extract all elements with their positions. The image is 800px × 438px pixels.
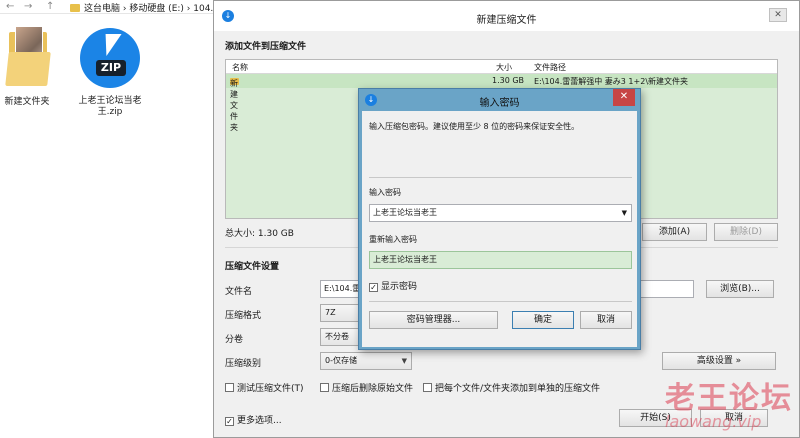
reenter-password-label: 重新输入密码 [369, 235, 417, 244]
checkbox-label: 显示密码 [381, 282, 418, 292]
divider [369, 177, 632, 178]
folder-icon [70, 4, 80, 12]
password-value: 上老王论坛当老王 [373, 208, 437, 217]
dialog-close-button[interactable]: ✕ [613, 89, 635, 106]
chevron-down-icon[interactable]: ▼ [622, 205, 627, 221]
file-size: 1.30 GB [492, 76, 525, 85]
more-options-checkbox[interactable]: ✓ 更多选项... [225, 413, 282, 426]
password-hint: 输入压缩包密码。建议使用至少 8 位的密码来保证安全性。 [369, 122, 580, 131]
format-label: 压缩格式 [225, 311, 262, 321]
reenter-password-input[interactable]: 上老王论坛当老王 [369, 251, 632, 269]
close-button[interactable]: ✕ [769, 8, 787, 22]
watermark-url: laowang.vip [665, 412, 762, 431]
separate-archives-checkbox[interactable]: 把每个文件/文件夹添加到单独的压缩文件 [423, 381, 600, 394]
zip-app-icon: ZIP [80, 28, 140, 88]
checkmark-icon: ✓ [225, 417, 234, 426]
add-files-section-title: 添加文件到压缩文件 [225, 42, 307, 52]
checkbox-icon [320, 383, 329, 392]
enter-password-label: 输入密码 [369, 188, 401, 197]
dialog-title-bar: ↓ 输入密码 ✕ [359, 89, 640, 111]
advanced-settings-button[interactable]: 高级设置 » [662, 352, 776, 370]
desktop-folder-item[interactable]: 新建文件夹 [2, 22, 52, 107]
checkbox-label: 把每个文件/文件夹添加到单独的压缩文件 [435, 384, 601, 394]
window-title: 新建压缩文件 [476, 15, 537, 26]
password-manager-button[interactable]: 密码管理器... [369, 311, 498, 329]
total-size: 总大小: 1.30 GB [225, 229, 294, 239]
desktop-zip-item[interactable]: ZIP 上老王论坛当老王.zip [74, 28, 146, 118]
checkbox-icon [423, 383, 432, 392]
list-header: 名称 大小 文件路径 [226, 60, 777, 74]
password-input[interactable]: 上老王论坛当老王 ▼ [369, 204, 632, 222]
checkbox-label: 压缩后删除原始文件 [332, 384, 414, 394]
zip-badge: ZIP [96, 60, 126, 76]
file-name: 新建文件夹 [230, 79, 238, 132]
dialog-cancel-button[interactable]: 取消 [580, 311, 632, 329]
folder-thumbnail-icon [5, 22, 51, 88]
column-name-header[interactable]: 名称 [232, 62, 248, 73]
desktop-item-label: 新建文件夹 [4, 97, 50, 107]
password-dialog: ↓ 输入密码 ✕ 输入压缩包密码。建议使用至少 8 位的密码来保证安全性。 输入… [358, 88, 641, 350]
chevron-down-icon: ▼ [401, 357, 407, 365]
desktop-item-label: 上老王论坛当老王.zip [78, 96, 142, 117]
checkbox-icon [225, 383, 234, 392]
up-arrow-icon[interactable]: ↑ [46, 1, 54, 12]
checkmark-icon: ✓ [369, 283, 378, 292]
checkbox-label: 更多选项... [237, 416, 282, 426]
watermark-logo: 老王论坛 [665, 381, 793, 416]
split-value: 不分卷 [325, 332, 349, 341]
list-item[interactable]: 新建文件夹 1.30 GB E:\104.雷蕾解强中 妻み3 1+2\新建文件夹 [226, 74, 777, 132]
split-select[interactable]: 不分卷 [320, 328, 360, 346]
split-label: 分卷 [225, 335, 244, 345]
forward-arrow-icon[interactable]: → [24, 1, 32, 12]
ok-button[interactable]: 确定 [512, 311, 574, 329]
file-path: E:\104.雷蕾解强中 妻み3 1+2\新建文件夹 [534, 77, 689, 86]
divider [369, 301, 632, 302]
dialog-body: 输入压缩包密码。建议使用至少 8 位的密码来保证安全性。 输入密码 上老王论坛当… [362, 111, 637, 347]
add-button[interactable]: 添加(A) [642, 223, 707, 241]
level-label: 压缩级别 [225, 359, 262, 369]
column-size-header[interactable]: 大小 [496, 62, 512, 73]
filename-label: 文件名 [225, 287, 253, 297]
delete-button[interactable]: 删除(D) [714, 223, 778, 241]
level-value: 0-仅存储 [325, 356, 357, 365]
dialog-title: 输入密码 [479, 98, 520, 109]
format-value: 7Z [325, 308, 336, 317]
format-select[interactable]: 7Z [320, 304, 360, 322]
checkbox-label: 测试压缩文件(T) [237, 384, 304, 394]
browse-button[interactable]: 浏览(B)... [706, 280, 774, 298]
title-bar: ↓ 新建压缩文件 ✕ [214, 1, 799, 31]
settings-section-title: 压缩文件设置 [225, 262, 280, 272]
back-arrow-icon[interactable]: ← [6, 1, 14, 12]
show-password-checkbox[interactable]: ✓ 显示密码 [369, 279, 417, 292]
delete-after-checkbox[interactable]: 压缩后删除原始文件 [320, 381, 413, 394]
test-archive-checkbox[interactable]: 测试压缩文件(T) [225, 381, 304, 394]
level-select[interactable]: 0-仅存储 ▼ [320, 352, 412, 370]
column-path-header[interactable]: 文件路径 [534, 62, 566, 73]
